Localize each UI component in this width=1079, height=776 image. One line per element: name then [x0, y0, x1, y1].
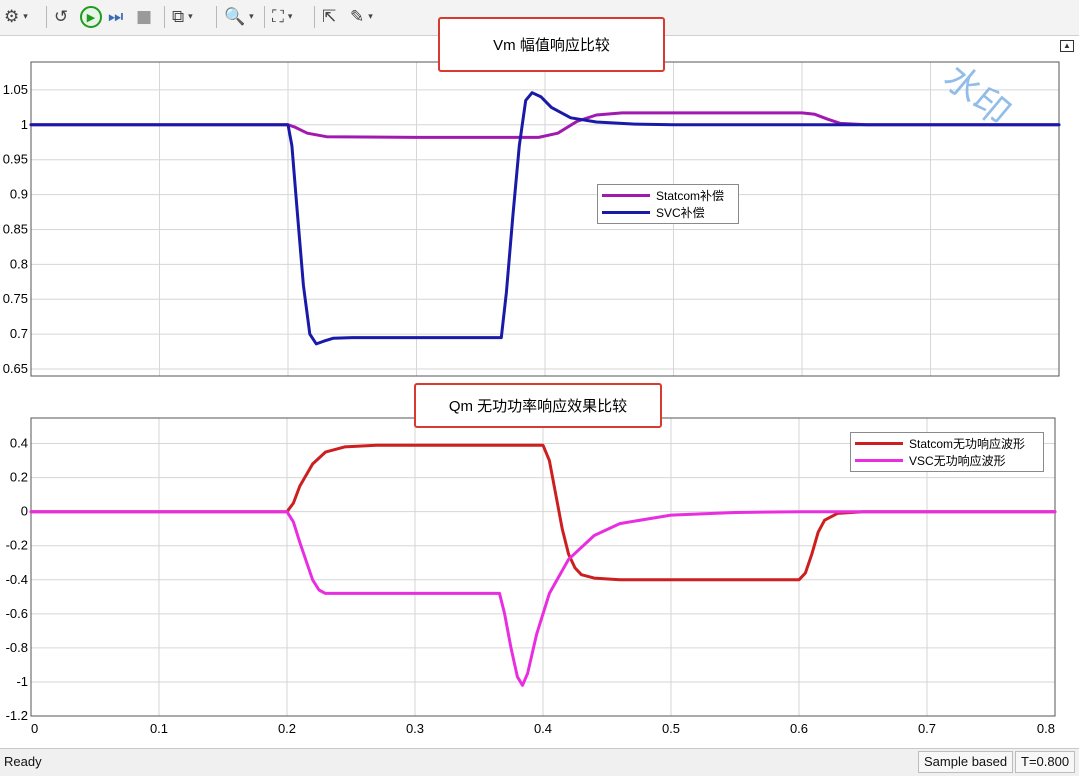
legend-label: SVC补偿	[656, 206, 705, 220]
bottom-plot-title: Qm 无功功率响应效果比较	[414, 383, 662, 428]
x-tick-label: 0.5	[662, 721, 680, 736]
x-tick-label: 0.6	[790, 721, 808, 736]
y-tick-label: 0.65	[3, 361, 28, 376]
y-tick-label: 1	[21, 117, 28, 132]
legend-item: Statcom无功响应波形	[855, 435, 1039, 452]
toolbar-separator	[314, 6, 315, 28]
legend-label: Statcom补偿	[656, 189, 725, 203]
status-bar: Ready Sample based T=0.800	[0, 748, 1079, 776]
run-icon: ▶	[80, 6, 102, 28]
bottom-legend[interactable]: Statcom无功响应波形 VSC无功响应波形	[850, 432, 1044, 472]
settings-icon: ⚙	[4, 7, 20, 27]
chevron-down-icon[interactable]: ▾	[288, 12, 293, 22]
y-tick-label: 0.4	[10, 436, 28, 451]
y-tick-label: -0.4	[6, 572, 28, 587]
x-tick-label: 0.7	[918, 721, 936, 736]
bottom-plot-title-text: Qm 无功功率响应效果比较	[448, 398, 628, 415]
edit-button[interactable]: ✎ ▾	[350, 4, 373, 30]
status-text: Ready	[4, 754, 42, 769]
x-tick-label: 0.2	[278, 721, 296, 736]
layout-button[interactable]: ⧉ ▾	[172, 4, 193, 30]
cursor-measure-icon: ⇱	[322, 7, 337, 27]
y-tick-label: -1	[16, 674, 28, 689]
stop-button[interactable]: ■	[136, 4, 152, 30]
y-tick-label: -0.8	[6, 640, 28, 655]
stop-icon: ■	[136, 7, 153, 27]
restore-button[interactable]: ↺	[54, 4, 68, 30]
legend-item: Statcom补偿	[602, 187, 734, 204]
restore-icon: ↺	[54, 7, 69, 27]
y-tick-label: -1.2	[6, 708, 28, 723]
y-tick-label: 0.8	[10, 256, 28, 271]
top-plot-title-text: Vm 幅值响应比较	[493, 37, 610, 54]
zoom-button[interactable]: 🔍 ▾	[224, 4, 254, 30]
legend-swatch	[855, 459, 903, 462]
top-legend[interactable]: Statcom补偿 SVC补偿	[597, 184, 739, 224]
zoom-icon: 🔍	[224, 7, 246, 27]
legend-swatch	[855, 442, 903, 445]
y-tick-label: -0.2	[6, 538, 28, 553]
step-forward-button[interactable]: ⏭	[108, 4, 123, 30]
chevron-down-icon[interactable]: ▾	[188, 12, 193, 22]
toolbar-separator	[164, 6, 165, 28]
y-tick-label: 0.85	[3, 221, 28, 236]
x-tick-label: 0.1	[150, 721, 168, 736]
undock-icon[interactable]: ▲	[1060, 40, 1074, 52]
y-tick-label: 0.75	[3, 291, 28, 306]
toolbar-separator	[264, 6, 265, 28]
layout-icon: ⧉	[172, 7, 185, 27]
chevron-down-icon[interactable]: ▾	[23, 12, 28, 22]
x-tick-label: 0.8	[1037, 721, 1055, 736]
plot-area: 0.65 0.7 0.75 0.8 0.85 0.9 0.95 1 1.05 -1.2 -1 -0.8…	[0, 17, 1079, 748]
legend-swatch	[602, 194, 650, 197]
legend-item: VSC无功响应波形	[855, 452, 1039, 469]
run-button[interactable]: ▶	[80, 4, 102, 30]
legend-label: Statcom无功响应波形	[909, 437, 1026, 451]
y-tick-label: 0.9	[10, 187, 28, 202]
toolbar-separator	[46, 6, 47, 28]
cursor-measure-button[interactable]: ⇱	[322, 4, 336, 30]
step-forward-icon: ⏭	[108, 7, 124, 27]
settings-button[interactable]: ⚙ ▾	[4, 4, 28, 30]
legend-swatch	[602, 211, 650, 214]
chevron-down-icon[interactable]: ▾	[368, 12, 373, 22]
y-tick-label: -0.6	[6, 606, 28, 621]
y-tick-label: 0.7	[10, 326, 28, 341]
autoscale-button[interactable]: ⛶ ▾	[272, 4, 292, 30]
y-tick-label: 0.95	[3, 152, 28, 167]
y-tick-label: 1.05	[3, 82, 28, 97]
edit-icon: ✎	[350, 7, 365, 27]
y-tick-label: 0	[21, 504, 28, 519]
time-indicator: T=0.800	[1015, 751, 1076, 773]
legend-label: VSC无功响应波形	[909, 454, 1006, 468]
autoscale-icon: ⛶	[272, 7, 284, 27]
x-tick-label: 0.3	[406, 721, 424, 736]
chevron-down-icon[interactable]: ▾	[249, 12, 254, 22]
sample-mode-indicator: Sample based	[918, 751, 1014, 773]
y-tick-label: 0.2	[10, 470, 28, 485]
x-tick-label: 0.4	[534, 721, 552, 736]
top-plot-title: Vm 幅值响应比较	[438, 17, 665, 72]
x-tick-label: 0	[31, 721, 38, 736]
legend-item: SVC补偿	[602, 204, 734, 221]
toolbar-separator	[216, 6, 217, 28]
